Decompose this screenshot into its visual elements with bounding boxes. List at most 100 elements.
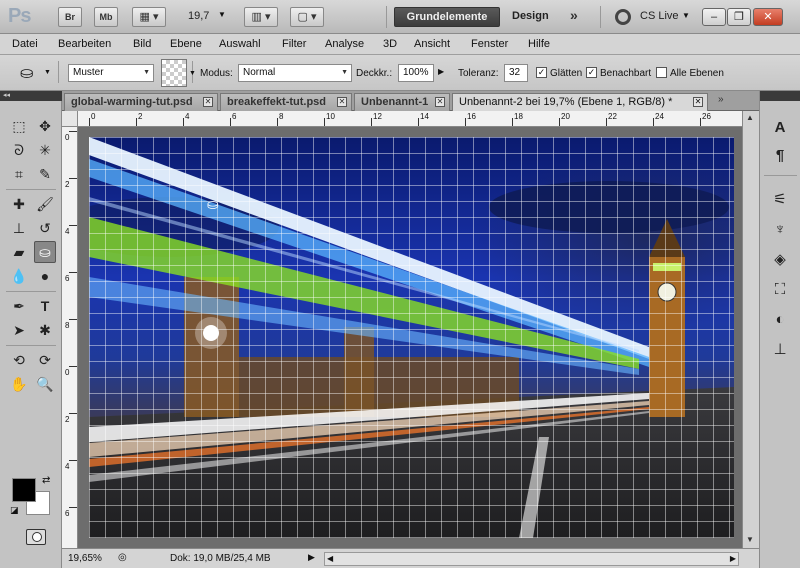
crop-tool-icon[interactable]: ⌗: [8, 163, 30, 185]
workspace-design-button[interactable]: Design: [512, 10, 549, 22]
lasso-tool-icon[interactable]: ᘐ: [8, 139, 30, 161]
adjustments-panel-icon[interactable]: ⚟: [768, 189, 792, 211]
menu-filter[interactable]: Filter: [282, 38, 306, 50]
mode-select[interactable]: Normal: [238, 64, 352, 82]
menu-auswahl[interactable]: Auswahl: [219, 38, 261, 50]
vertical-scrollbar[interactable]: ▲ ▼: [742, 111, 759, 548]
scroll-right-icon[interactable]: ▶: [730, 554, 736, 563]
menu-fenster[interactable]: Fenster: [471, 38, 508, 50]
healing-brush-tool-icon[interactable]: ✚: [8, 193, 30, 215]
vertical-ruler[interactable]: 0 2 4 6 8 0 2 4 6: [62, 127, 78, 548]
path-selection-tool-icon[interactable]: ➤: [8, 319, 30, 341]
ruler-origin[interactable]: [62, 111, 78, 127]
menu-analyse[interactable]: Analyse: [325, 38, 364, 50]
blur-tool-icon[interactable]: 💧: [8, 265, 30, 287]
paths-panel-icon[interactable]: ⛶: [768, 279, 792, 301]
hand-tool-icon[interactable]: ✋: [8, 373, 30, 395]
horizontal-ruler[interactable]: 0 2 4 6 8 10 12 14 16 18 20 22 24 26: [78, 111, 742, 127]
toolbox-collapse-icon[interactable]: ◂◂: [0, 91, 62, 101]
close-tab-icon[interactable]: ✕: [203, 97, 213, 107]
screen-mode-button[interactable]: ▢ ▾: [290, 7, 324, 27]
menu-datei[interactable]: Datei: [12, 38, 38, 50]
close-tab-icon[interactable]: ✕: [435, 97, 445, 107]
opacity-input[interactable]: 100%: [398, 64, 434, 82]
cs-live-label[interactable]: CS Live: [640, 10, 679, 22]
marquee-tool-icon[interactable]: ⬚: [8, 115, 30, 137]
all-layers-checkbox[interactable]: [656, 67, 667, 78]
menu-ebene[interactable]: Ebene: [170, 38, 202, 50]
workspace-grundelemente-button[interactable]: Grundelemente: [394, 7, 500, 27]
tab-unbenannt-1[interactable]: Unbenannt-1 ✕: [354, 93, 450, 111]
opacity-slider-icon[interactable]: ▶: [438, 67, 444, 76]
close-button[interactable]: ✕: [753, 8, 783, 26]
ruler-tick: [89, 118, 90, 126]
menu-ansicht[interactable]: Ansicht: [414, 38, 450, 50]
menu-bearbeiten[interactable]: Bearbeiten: [58, 38, 111, 50]
pattern-dropdown-icon[interactable]: ▼: [189, 70, 196, 77]
smooth-checkbox[interactable]: ✓: [536, 67, 547, 78]
history-panel-icon[interactable]: ⊥: [768, 339, 792, 361]
minibridge-button[interactable]: Mb: [94, 7, 118, 27]
channels-panel-icon[interactable]: ◐: [768, 309, 792, 331]
ruler-tick-label: 0: [91, 112, 96, 121]
pen-tool-icon[interactable]: ✒: [8, 295, 30, 317]
cs-live-icon[interactable]: [615, 9, 631, 25]
paragraph-panel-icon[interactable]: ¶: [768, 145, 792, 167]
zoom-level[interactable]: 19,7: [188, 10, 209, 22]
dodge-tool-icon[interactable]: ●: [34, 265, 56, 287]
status-menu-arrow-icon[interactable]: ▶: [308, 552, 315, 563]
close-tab-icon[interactable]: ✕: [693, 97, 703, 107]
paint-bucket-tool-icon[interactable]: ⛀: [34, 241, 56, 263]
history-brush-tool-icon[interactable]: ↺: [34, 217, 56, 239]
image-canvas[interactable]: ⛀: [89, 137, 734, 538]
default-colors-icon[interactable]: ◪: [10, 505, 19, 516]
close-tab-icon[interactable]: ✕: [337, 97, 347, 107]
eyedropper-tool-icon[interactable]: ✎: [34, 163, 56, 185]
more-tabs-icon[interactable]: »: [718, 94, 724, 105]
custom-shape-tool-icon[interactable]: ✱: [34, 319, 56, 341]
tab-unbenannt-2[interactable]: Unbenannt-2 bei 19,7% (Ebene 1, RGB/8) *…: [452, 93, 708, 111]
more-workspaces-icon[interactable]: »: [570, 7, 578, 23]
horizontal-scrollbar[interactable]: ◀ ▶: [324, 552, 739, 566]
arrange-documents-button[interactable]: ▥ ▾: [244, 7, 278, 27]
character-panel-icon[interactable]: A: [768, 117, 792, 139]
tolerance-input[interactable]: 32: [504, 64, 528, 82]
quick-mask-button[interactable]: [26, 529, 46, 545]
move-tool-icon[interactable]: ✥: [34, 115, 56, 137]
foreground-color-swatch[interactable]: [12, 478, 36, 502]
ruler-tick: [69, 319, 77, 320]
panel-collapse-icon[interactable]: [760, 91, 800, 101]
zoom-dropdown-icon[interactable]: ▼: [218, 10, 226, 19]
scroll-up-icon[interactable]: ▲: [746, 113, 754, 122]
menu-3d[interactable]: 3D: [383, 38, 397, 50]
minimize-button[interactable]: –: [702, 8, 726, 26]
magic-wand-tool-icon[interactable]: ✳: [34, 139, 56, 161]
tab-global-warming[interactable]: global-warming-tut.psd ✕: [64, 93, 218, 111]
layers-panel-icon[interactable]: ◈: [768, 249, 792, 271]
brush-tool-icon[interactable]: 🖌: [34, 193, 56, 215]
scroll-down-icon[interactable]: ▼: [746, 535, 754, 544]
adjacent-checkbox[interactable]: ✓: [586, 67, 597, 78]
cs-live-dropdown-icon[interactable]: ▼: [682, 11, 690, 20]
status-info-icon[interactable]: ◎: [118, 552, 127, 563]
view-extras-button[interactable]: ▦ ▾: [132, 7, 166, 27]
3d-orbit-tool-icon[interactable]: ⟳: [34, 349, 56, 371]
tab-breakeffekt[interactable]: breakeffekt-tut.psd ✕: [220, 93, 352, 111]
bridge-button[interactable]: Br: [58, 7, 82, 27]
zoom-tool-icon[interactable]: 🔍: [34, 373, 56, 395]
paint-bucket-tool-icon[interactable]: ⛀: [20, 63, 33, 83]
tool-preset-dropdown-icon[interactable]: ▼: [44, 69, 51, 76]
menu-bild[interactable]: Bild: [133, 38, 151, 50]
zoom-readout[interactable]: 19,65%: [68, 553, 102, 564]
eraser-tool-icon[interactable]: ▰: [8, 241, 30, 263]
type-tool-icon[interactable]: T: [34, 295, 56, 317]
3d-rotate-tool-icon[interactable]: ⟲: [8, 349, 30, 371]
menu-hilfe[interactable]: Hilfe: [528, 38, 550, 50]
scroll-left-icon[interactable]: ◀: [327, 554, 333, 563]
masks-panel-icon[interactable]: ♆: [768, 219, 792, 241]
pattern-swatch[interactable]: [161, 59, 187, 87]
swap-colors-icon[interactable]: ⇄: [42, 475, 50, 486]
fill-source-select[interactable]: Muster: [68, 64, 154, 82]
clone-stamp-tool-icon[interactable]: ⊥: [8, 217, 30, 239]
restore-button[interactable]: ❐: [727, 8, 751, 26]
